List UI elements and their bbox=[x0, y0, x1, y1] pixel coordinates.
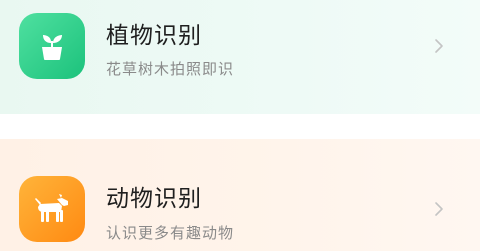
plant-recognition-card[interactable]: 植物识别 花草树木拍照即识 bbox=[0, 0, 480, 114]
animal-recognition-subtitle: 认识更多有趣动物 bbox=[106, 224, 235, 242]
dog-icon bbox=[19, 176, 85, 242]
plant-pot-icon bbox=[19, 13, 85, 79]
chevron-right-icon bbox=[432, 199, 446, 219]
animal-recognition-title: 动物识别 bbox=[106, 186, 202, 212]
animal-recognition-card[interactable]: 动物识别 认识更多有趣动物 bbox=[0, 139, 480, 251]
chevron-right-icon bbox=[432, 36, 446, 56]
plant-recognition-subtitle: 花草树木拍照即识 bbox=[106, 60, 235, 78]
plant-recognition-title: 植物识别 bbox=[106, 23, 202, 49]
